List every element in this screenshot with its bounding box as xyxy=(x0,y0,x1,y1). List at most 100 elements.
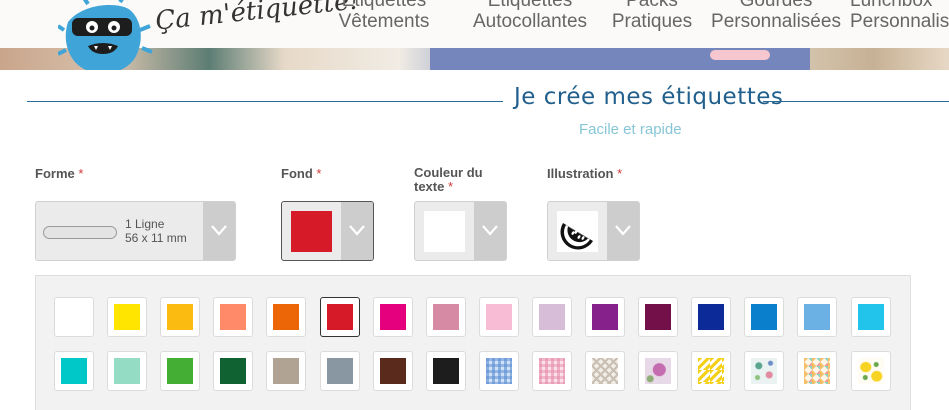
label-text: Forme xyxy=(35,166,75,181)
swatch-fill xyxy=(592,358,618,384)
required-marker: * xyxy=(316,166,322,181)
label-text-line2: texte xyxy=(414,179,445,194)
swatch-fill xyxy=(804,304,830,330)
swatch-taupe[interactable] xyxy=(266,351,306,391)
swatch-harlequin[interactable] xyxy=(797,351,837,391)
swatch-fill xyxy=(804,358,830,384)
swatch-blue[interactable] xyxy=(744,297,784,337)
swatch-cyan[interactable] xyxy=(851,297,891,337)
swatch-fill xyxy=(645,358,671,384)
swatch-yellow[interactable] xyxy=(107,297,147,337)
nav-etiquettes-vetements[interactable]: Étiquettes Vêtements xyxy=(314,0,454,32)
nav-label-line2: Personnalisées xyxy=(711,11,841,32)
swatch-white[interactable] xyxy=(54,297,94,337)
swatch-leaves[interactable] xyxy=(744,351,784,391)
section-title-row: Je crée mes étiquettes xyxy=(27,84,949,118)
nav-label-line1: Lunchbox xyxy=(850,0,933,11)
label-illustration: Illustration * xyxy=(547,167,622,181)
label-forme: Forme * xyxy=(35,167,83,181)
swatch-fill xyxy=(273,358,299,384)
fond-dropdown-toggle[interactable] xyxy=(341,202,373,260)
swatch-dark-green[interactable] xyxy=(213,351,253,391)
nav-label-line2: Personnalisées xyxy=(850,11,949,32)
text-color-preview xyxy=(424,211,465,252)
swatch-fill xyxy=(220,304,246,330)
swatch-fill xyxy=(698,304,724,330)
swatch-navy[interactable] xyxy=(691,297,731,337)
swatch-brown[interactable] xyxy=(373,351,413,391)
monster-mascot-logo[interactable] xyxy=(58,0,153,70)
swatch-sky-blue[interactable] xyxy=(797,297,837,337)
illustration-preview xyxy=(557,211,598,252)
swatch-fill xyxy=(220,358,246,384)
swatch-fill xyxy=(592,304,618,330)
forme-select[interactable]: 1 Ligne 56 x 11 mm xyxy=(35,201,236,261)
background-color-palette xyxy=(35,275,911,410)
swatch-fill xyxy=(380,358,406,384)
swatch-fill xyxy=(751,358,777,384)
page-title: Je crée mes étiquettes xyxy=(514,84,784,110)
label-text: Illustration xyxy=(547,166,614,181)
swatch-fill xyxy=(167,304,193,330)
nav-label-line1: Packs xyxy=(626,0,678,11)
swatch-lemons[interactable] xyxy=(851,351,891,391)
swatch-gingham-blue[interactable] xyxy=(479,351,519,391)
swatch-fill xyxy=(539,358,565,384)
swatch-chevron-yellow[interactable] xyxy=(691,351,731,391)
swatch-slate[interactable] xyxy=(320,351,360,391)
swatch-gingham-pink[interactable] xyxy=(532,351,572,391)
nav-etiquettes-autocollantes[interactable]: Étiquettes Autocollantes xyxy=(460,0,600,32)
swatch-green[interactable] xyxy=(160,351,200,391)
illustration-select[interactable] xyxy=(547,201,640,261)
nav-label-line2: Pratiques xyxy=(611,11,693,32)
illustration-dropdown-toggle[interactable] xyxy=(607,202,639,260)
swatch-fill xyxy=(61,358,87,384)
label-text-line1: Couleur du xyxy=(414,165,483,180)
swatch-amber[interactable] xyxy=(160,297,200,337)
fond-color-preview xyxy=(291,211,332,252)
swatch-turquoise[interactable] xyxy=(54,351,94,391)
swatch-geometric[interactable] xyxy=(585,351,625,391)
page-subtitle: Facile et rapide xyxy=(579,121,682,138)
fond-select[interactable] xyxy=(281,201,374,261)
swatch-fill xyxy=(698,358,724,384)
swatch-red[interactable] xyxy=(320,297,360,337)
label-couleur-texte: Couleur du texte * xyxy=(414,166,483,194)
required-marker: * xyxy=(78,166,84,181)
swatch-fill xyxy=(751,304,777,330)
swatch-fill xyxy=(858,304,884,330)
swatch-mint[interactable] xyxy=(107,351,147,391)
swatch-magenta[interactable] xyxy=(373,297,413,337)
nav-label-line1: Gourdes xyxy=(739,0,813,11)
forme-value-line1: 1 Ligne xyxy=(125,217,165,231)
chevron-down-icon xyxy=(349,225,365,236)
couleur-texte-select[interactable] xyxy=(414,201,507,261)
couleur-texte-dropdown-toggle[interactable] xyxy=(474,202,506,260)
swatch-black[interactable] xyxy=(426,351,466,391)
nav-gourdes-personnalisees[interactable]: Gourdes Personnalisées xyxy=(706,0,846,32)
nav-label-line1: Étiquettes xyxy=(341,0,427,11)
swatch-orange[interactable] xyxy=(266,297,306,337)
swatch-fill xyxy=(56,299,92,335)
label-shape-preview xyxy=(43,226,117,239)
forme-dropdown-toggle[interactable] xyxy=(203,202,235,260)
swatch-fill xyxy=(486,304,512,330)
swatch-lilac[interactable] xyxy=(532,297,572,337)
label-text: Fond xyxy=(281,166,313,181)
title-divider-right xyxy=(763,101,949,102)
swatch-fill xyxy=(645,304,671,330)
swatch-plum[interactable] xyxy=(638,297,678,337)
swatch-floral-pink[interactable] xyxy=(638,351,678,391)
swatch-old-rose[interactable] xyxy=(426,297,466,337)
swatch-fill xyxy=(433,358,459,384)
site-header: Ça m'étiquette! Étiquettes Vêtements Éti… xyxy=(0,0,949,70)
swatch-salmon[interactable] xyxy=(213,297,253,337)
swatch-fill xyxy=(380,304,406,330)
nav-label-line2: Vêtements xyxy=(338,11,430,32)
nav-packs-pratiques[interactable]: Packs Pratiques xyxy=(582,0,722,32)
chevron-down-icon xyxy=(482,225,498,236)
swatch-light-pink[interactable] xyxy=(479,297,519,337)
swatch-fill xyxy=(433,304,459,330)
nav-lunchbox-personnalisees[interactable]: Lunchbox Personnalisées xyxy=(850,0,949,32)
swatch-purple[interactable] xyxy=(585,297,625,337)
